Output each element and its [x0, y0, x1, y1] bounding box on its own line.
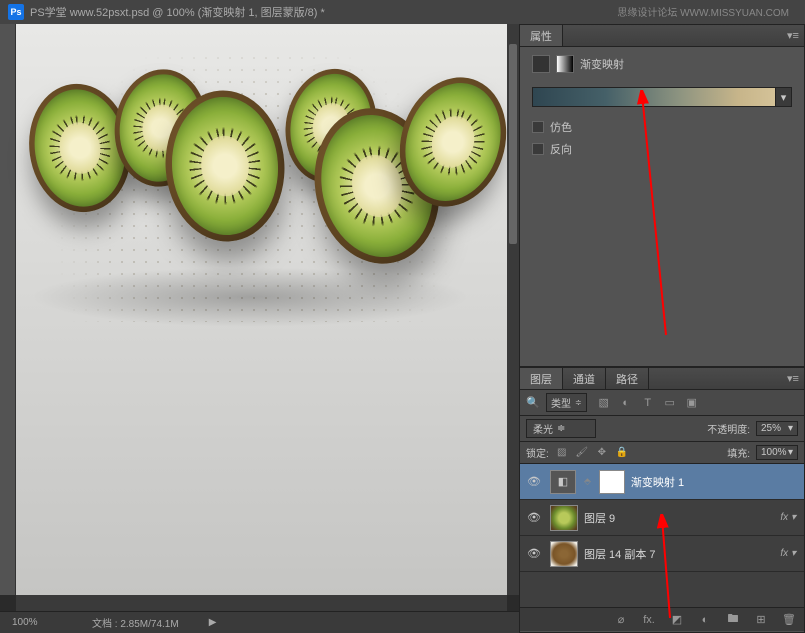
reverse-label: 反向	[550, 141, 572, 157]
search-icon[interactable]: 🔍	[526, 396, 540, 410]
scrollbar-horizontal[interactable]	[16, 595, 507, 611]
filter-shape-icon[interactable]: ▭	[663, 396, 677, 410]
tab-layers[interactable]: 图层	[520, 368, 563, 389]
filter-type-icon[interactable]: T	[641, 396, 655, 410]
gradient-dropdown[interactable]: ▾	[776, 87, 792, 107]
adjustment-thumb[interactable]: ◧	[550, 470, 576, 494]
canvas-area: 100% 文档 : 2.85M/74.1M ▶	[0, 24, 519, 633]
opacity-value[interactable]: 25%▾	[756, 421, 798, 436]
link-icon: ⬘	[584, 476, 591, 487]
filter-pixel-icon[interactable]: ▧	[597, 396, 611, 410]
scrollbar-vertical[interactable]	[507, 24, 519, 595]
gradient-map-icon	[556, 55, 574, 73]
filter-adjustment-icon[interactable]: ◐	[619, 396, 633, 410]
zoom-level[interactable]: 100%	[12, 617, 62, 628]
photoshop-icon: Ps	[8, 4, 24, 20]
artwork	[20, 52, 482, 322]
document-title: PS学堂 www.52psxt.psd @ 100% (渐变映射 1, 图层蒙版…	[30, 4, 325, 20]
opacity-label: 不透明度:	[707, 421, 750, 436]
layer-thumb[interactable]	[550, 541, 578, 567]
lock-image-icon[interactable]: 🖌	[575, 446, 589, 460]
lock-label: 锁定:	[526, 445, 549, 460]
lock-position-icon[interactable]: ✥	[595, 446, 609, 460]
link-layers-icon[interactable]: ⌀	[614, 613, 628, 627]
ruler-vertical[interactable]	[0, 24, 16, 595]
layer-row-gradient-map[interactable]: 👁 ◧ ⬘ 渐变映射 1	[520, 464, 804, 500]
layer-name[interactable]: 图层 14 副本 7	[584, 546, 656, 562]
adjustment-type-label: 渐变映射	[580, 56, 624, 72]
visibility-eye-icon[interactable]: 👁	[524, 547, 544, 560]
document-canvas[interactable]	[16, 24, 507, 595]
blend-mode-dropdown[interactable]: 柔光≑	[526, 419, 596, 438]
annotation-arrow-2	[656, 514, 686, 622]
layer-filter-type[interactable]: 类型≑	[546, 393, 587, 412]
tab-paths[interactable]: 路径	[606, 368, 649, 389]
layer-name[interactable]: 渐变映射 1	[631, 474, 684, 490]
layer-name[interactable]: 图层 9	[584, 510, 615, 526]
annotation-arrow-1	[636, 90, 676, 340]
fill-value[interactable]: 100%▾	[756, 445, 798, 460]
watermark: 思缘设计论坛 WWW.MISSYUAN.COM	[617, 4, 789, 19]
lock-transparency-icon[interactable]: ▨	[555, 446, 569, 460]
layers-panel-menu-icon[interactable]: ▾≡	[782, 368, 804, 389]
status-bar: 100% 文档 : 2.85M/74.1M ▶	[0, 611, 519, 633]
layer-fx-icon[interactable]: fx.	[642, 613, 656, 627]
dither-label: 仿色	[550, 119, 572, 135]
adjustment-type-icon	[532, 55, 550, 73]
delete-layer-icon[interactable]: 🗑	[782, 613, 796, 627]
layer-thumb[interactable]	[550, 505, 578, 531]
new-group-icon[interactable]: 🖿	[726, 613, 740, 627]
visibility-eye-icon[interactable]: 👁	[524, 475, 544, 488]
panel-menu-icon[interactable]: ▾≡	[782, 25, 804, 46]
visibility-eye-icon[interactable]: 👁	[524, 511, 544, 524]
fx-indicator[interactable]: fx ▾	[780, 512, 796, 523]
doc-info-arrow[interactable]: ▶	[209, 617, 217, 628]
fx-indicator[interactable]: fx ▾	[780, 548, 796, 559]
new-layer-icon[interactable]: ⊞	[754, 613, 768, 627]
tab-properties[interactable]: 属性	[520, 25, 563, 46]
dither-checkbox[interactable]	[532, 121, 544, 133]
fill-label: 填充:	[727, 445, 750, 460]
new-adjustment-icon[interactable]: ◐	[698, 613, 712, 627]
filter-smart-icon[interactable]: ▣	[685, 396, 699, 410]
layer-mask-thumb[interactable]	[599, 470, 625, 494]
doc-info[interactable]: 文档 : 2.85M/74.1M	[92, 615, 179, 630]
reverse-checkbox[interactable]	[532, 143, 544, 155]
lock-all-icon[interactable]: 🔒	[615, 446, 629, 460]
tab-channels[interactable]: 通道	[563, 368, 606, 389]
